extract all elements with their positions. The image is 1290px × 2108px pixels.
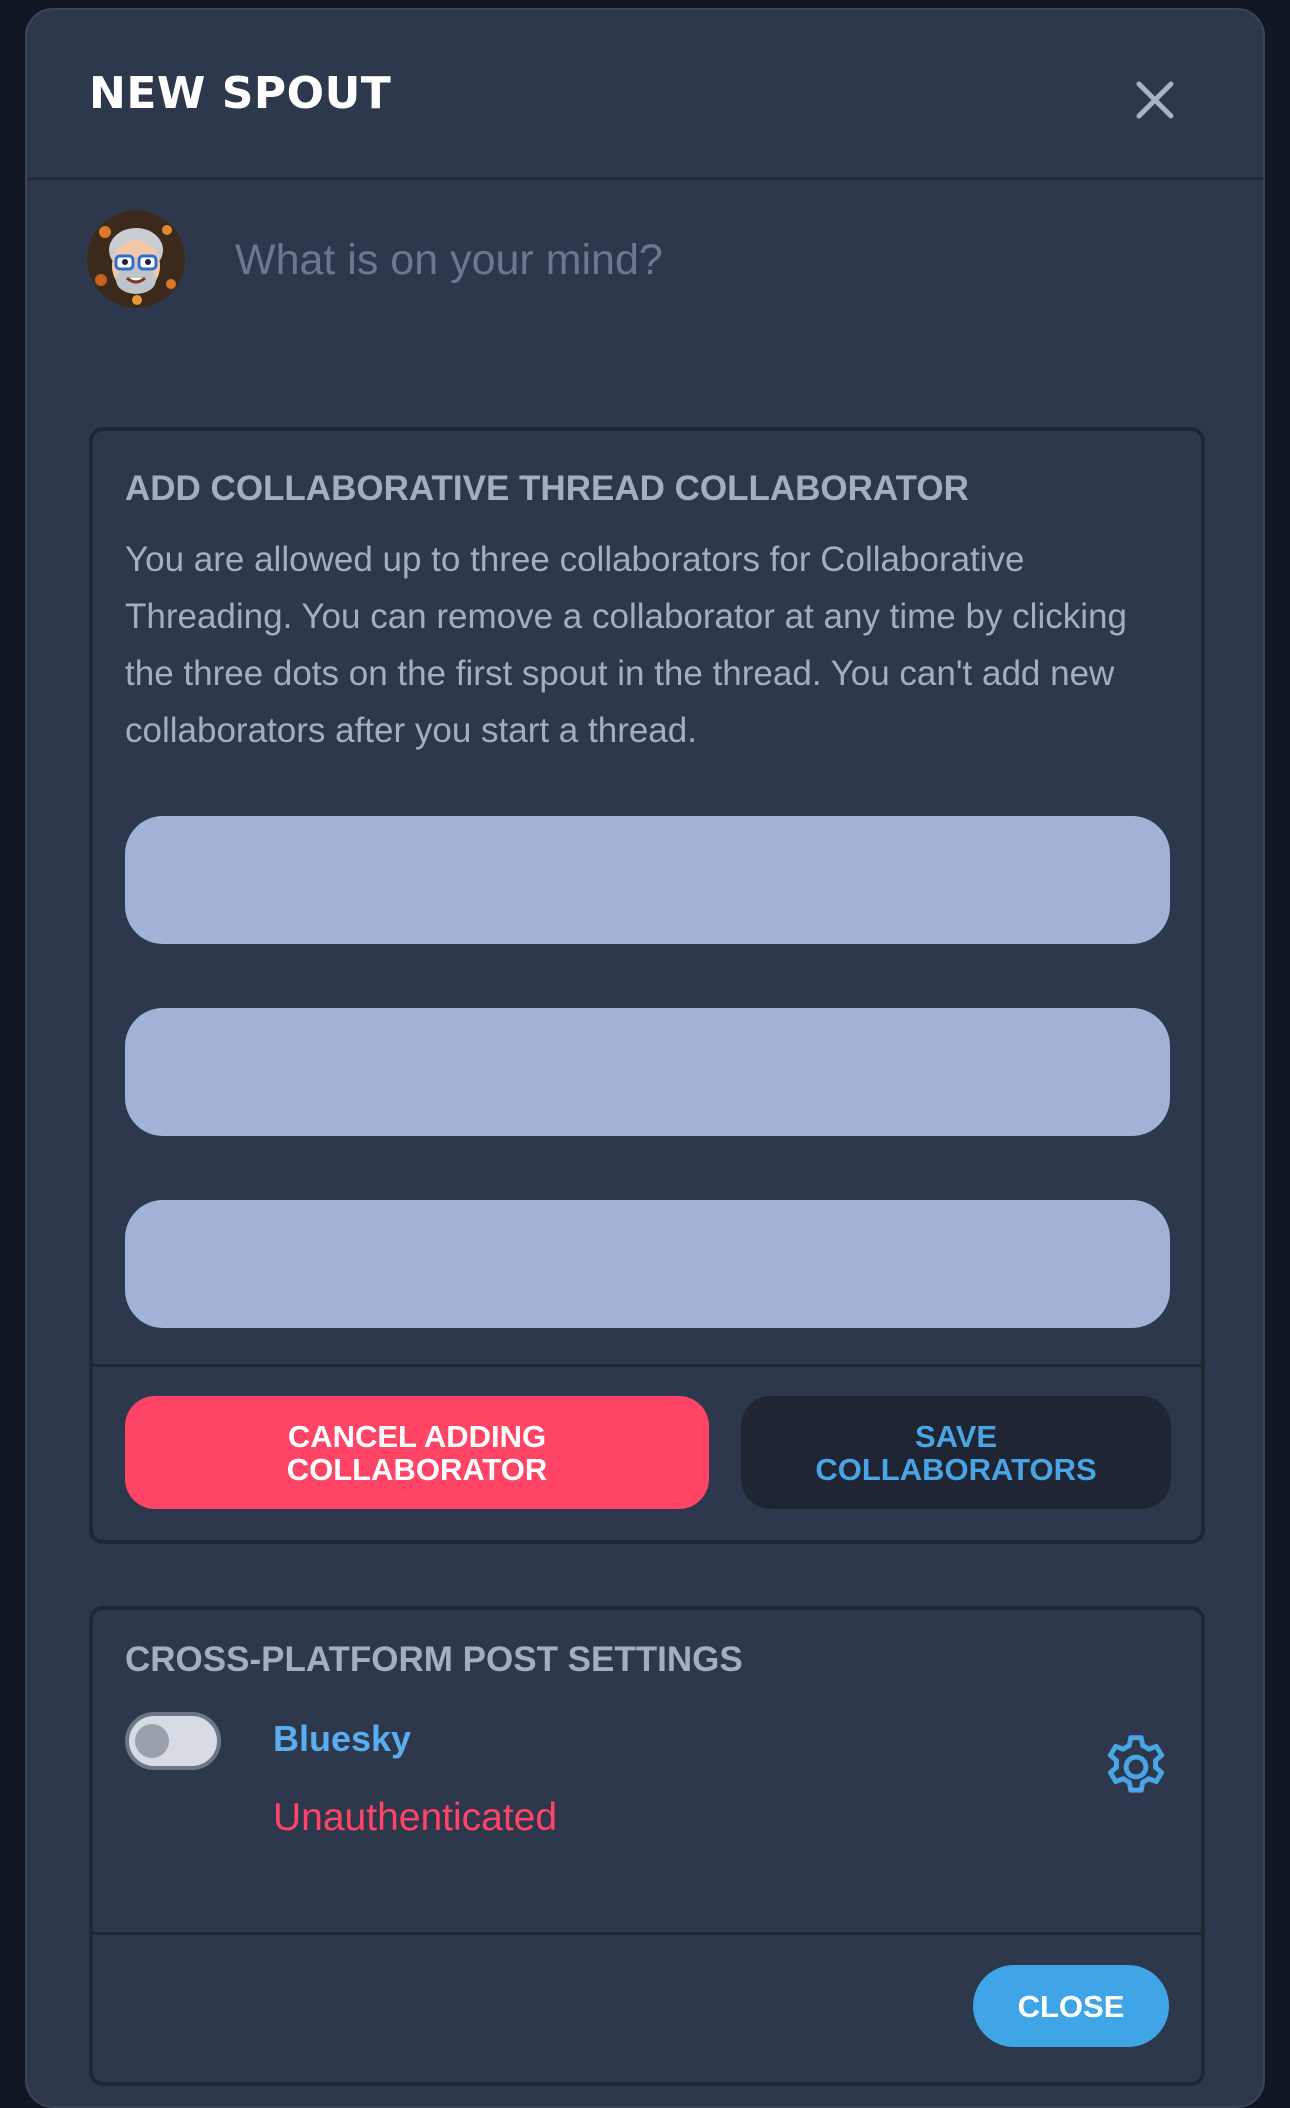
compose-input[interactable] [235, 220, 1215, 300]
collaborator-heading: ADD COLLABORATIVE THREAD COLLABORATOR [125, 469, 969, 508]
gear-icon[interactable] [1099, 1730, 1173, 1804]
avatar-icon [87, 210, 185, 308]
cancel-adding-collaborator-label: CANCEL ADDING COLLABORATOR [286, 1418, 548, 1487]
platform-name: Bluesky [273, 1718, 412, 1759]
modal-header: NEW SPOUT [27, 10, 1263, 180]
new-spout-modal: NEW SPOUT ADD COLLABORATIVE THREAD COLLA… [25, 8, 1265, 2108]
close-button[interactable]: CLOSE [973, 1965, 1169, 2047]
collaborator-panel: ADD COLLABORATIVE THREAD COLLABORATOR Yo… [89, 427, 1205, 1544]
cross-platform-divider [93, 1932, 1201, 1935]
collaborator-input-2[interactable] [125, 1008, 1170, 1136]
save-collaborators-button[interactable]: SAVE COLLABORATORS [741, 1396, 1171, 1509]
save-collaborators-label: SAVE COLLABORATORS [815, 1418, 1097, 1487]
collaborator-description: You are allowed up to three collaborator… [125, 540, 1127, 750]
toggle-knob [135, 1724, 169, 1758]
collaborator-input-1[interactable] [125, 816, 1170, 944]
bluesky-toggle[interactable] [125, 1712, 221, 1770]
close-button-label: CLOSE [1017, 1988, 1125, 2024]
modal-title: NEW SPOUT [89, 68, 392, 119]
collaborator-divider [93, 1364, 1201, 1367]
cross-platform-heading: CROSS-PLATFORM POST SETTINGS [125, 1640, 743, 1679]
collaborator-input-3[interactable] [125, 1200, 1170, 1328]
close-icon[interactable] [1127, 72, 1183, 128]
auth-status: Unauthenticated [273, 1796, 558, 1839]
user-avatar[interactable] [87, 210, 185, 308]
cross-platform-panel: CROSS-PLATFORM POST SETTINGS Bluesky Una… [89, 1606, 1205, 2086]
cancel-adding-collaborator-button[interactable]: CANCEL ADDING COLLABORATOR [125, 1396, 709, 1509]
